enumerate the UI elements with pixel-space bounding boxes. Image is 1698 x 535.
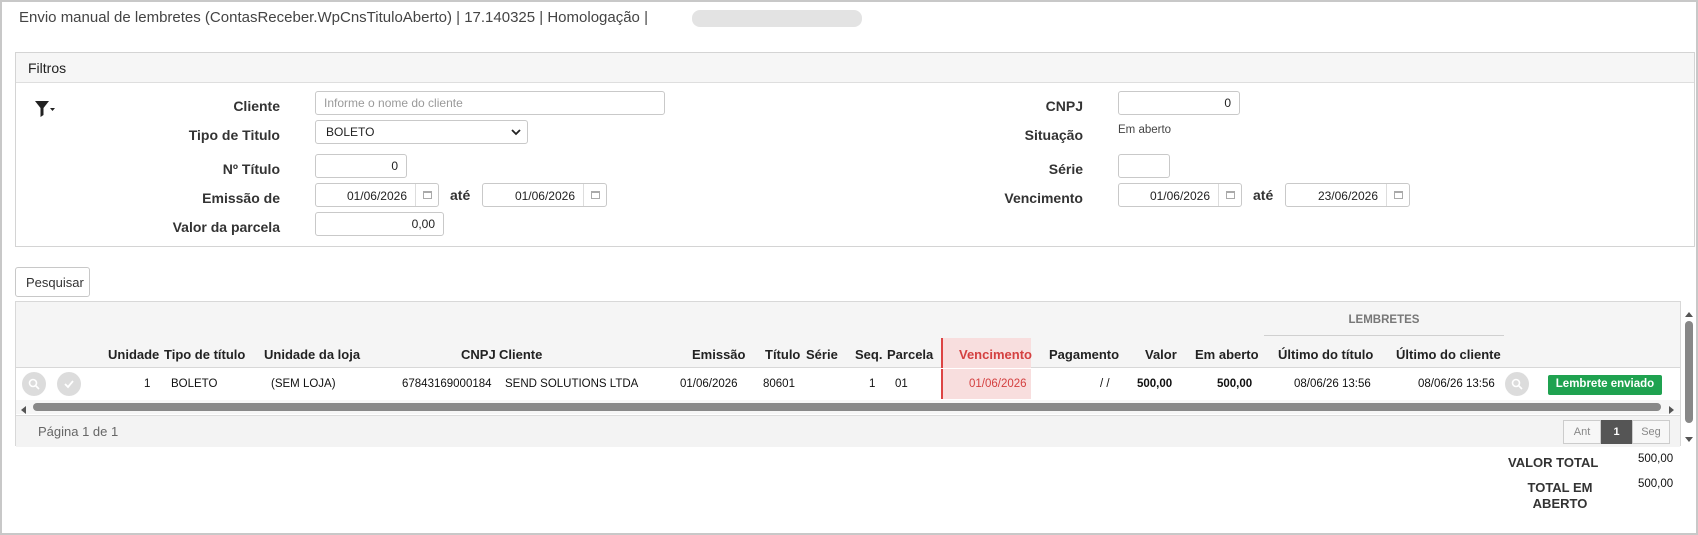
cell-ultimo-cliente: 08/06/26 13:56 (1418, 378, 1495, 390)
horizontal-scroll-thumb[interactable] (33, 403, 1661, 411)
row-search-icon[interactable] (22, 372, 46, 396)
serie-label: Série (1048, 161, 1083, 177)
filters-header: Filtros (16, 53, 1694, 83)
valor-parcela-label: Valor da parcela (172, 219, 280, 235)
calendar-icon[interactable] (583, 184, 606, 206)
situacao-label: Situação (1024, 127, 1083, 143)
col-ultimo-cliente[interactable]: Último do cliente (1396, 347, 1501, 362)
grid-header: LEMBRETES Unidade Tipo de título Unidade… (16, 302, 1680, 368)
row-check-icon[interactable] (57, 372, 81, 396)
emissao-ate-label: até (450, 187, 471, 203)
calendar-icon[interactable] (1218, 184, 1241, 206)
cell-pagamento: / / (1100, 378, 1110, 390)
filter-funnel-icon[interactable] (34, 100, 56, 123)
col-parcela[interactable]: Parcela (887, 347, 933, 362)
col-seq[interactable]: Seq. (855, 347, 882, 362)
valor-total-value: 500,00 (1638, 453, 1674, 465)
calendar-icon[interactable] (415, 184, 438, 206)
emissao-to-date[interactable]: 01/06/2026 (482, 183, 607, 207)
horizontal-scrollbar[interactable] (16, 400, 1680, 414)
total-em-aberto-value: 500,00 (1638, 478, 1674, 490)
environment-info-redacted (692, 10, 862, 27)
calendar-icon[interactable] (1386, 184, 1409, 206)
valor-parcela-input[interactable]: 0,00 (315, 212, 444, 236)
emissao-from-date[interactable]: 01/06/2026 (315, 183, 439, 207)
col-ultimo-titulo[interactable]: Último do título (1278, 347, 1373, 362)
cell-cnpj: 67843169000184 (402, 378, 492, 390)
col-em-aberto[interactable]: Em aberto (1195, 347, 1259, 362)
col-unidade-loja[interactable]: Unidade da loja (264, 347, 360, 362)
page-info: Página 1 de 1 (38, 424, 119, 439)
cell-emissao: 01/06/2026 (680, 378, 738, 390)
filters-panel: Filtros (15, 52, 1695, 247)
current-page-button[interactable]: 1 (1601, 420, 1632, 444)
lembretes-group-header: LEMBRETES (1264, 302, 1504, 336)
vencimento-from-date[interactable]: 01/06/2026 (1118, 183, 1242, 207)
tipo-titulo-select[interactable]: BOLETO (315, 120, 528, 144)
numero-titulo-label: Nº Título (222, 161, 280, 177)
cell-unidade-loja: (SEM LOJA) (271, 378, 336, 390)
col-tipo-titulo[interactable]: Tipo de título (164, 347, 245, 362)
cell-cliente: SEND SOLUTIONS LTDA (505, 378, 639, 390)
cell-parcela: 01 (895, 378, 908, 390)
serie-input[interactable] (1118, 154, 1170, 178)
situacao-value: Em aberto (1118, 124, 1172, 136)
cnpj-input[interactable]: 0 (1118, 91, 1240, 115)
cell-em-aberto: 500,00 (1217, 378, 1253, 390)
col-cnpj[interactable]: CNPJ (461, 347, 496, 362)
cell-titulo: 80601 (763, 378, 795, 390)
vencimento-label: Vencimento (1004, 190, 1083, 206)
results-grid: LEMBRETES Unidade Tipo de título Unidade… (15, 301, 1681, 447)
chevron-down-icon (511, 125, 521, 139)
valor-total-label: VALOR TOTAL (1508, 455, 1599, 470)
vertical-scrollbar[interactable] (1683, 303, 1695, 443)
numero-titulo-input[interactable]: 0 (315, 154, 407, 178)
col-valor[interactable]: Valor (1145, 347, 1177, 362)
vertical-scroll-thumb[interactable] (1685, 321, 1693, 423)
cell-unidade: 1 (144, 378, 151, 390)
prev-page-button[interactable]: Ant (1563, 420, 1601, 444)
cell-ultimo-titulo: 08/06/26 13:56 (1294, 378, 1371, 390)
col-unidade[interactable]: Unidade (108, 347, 159, 362)
lembrete-enviado-badge: Lembrete enviado (1548, 375, 1662, 395)
pager-bar: Página 1 de 1 Ant 1 Seg (16, 415, 1680, 447)
row-history-search-icon[interactable] (1505, 372, 1529, 396)
cell-vencimento: 01/06/2026 (969, 378, 1027, 390)
emissao-label: Emissão de (202, 190, 280, 206)
tipo-titulo-value: BOLETO (326, 125, 375, 139)
cliente-input[interactable]: Informe o nome do cliente (315, 91, 665, 115)
vencimento-to-value: 23/06/2026 (1317, 189, 1378, 203)
vencimento-from-value: 01/06/2026 (1149, 189, 1210, 203)
vencimento-ate-label: até (1253, 187, 1274, 203)
cell-valor: 500,00 (1137, 378, 1173, 390)
col-cliente[interactable]: Cliente (499, 347, 542, 362)
cliente-label: Cliente (233, 98, 280, 114)
next-page-button[interactable]: Seg (1632, 420, 1670, 444)
search-button[interactable]: Pesquisar (15, 267, 90, 297)
emissao-to-value: 01/06/2026 (514, 189, 575, 203)
cell-seq: 1 (869, 378, 876, 390)
tipo-titulo-label: Tipo de Titulo (188, 127, 280, 143)
page-title: Envio manual de lembretes (ContasReceber… (19, 9, 648, 26)
vencimento-to-date[interactable]: 23/06/2026 (1285, 183, 1410, 207)
col-vencimento[interactable]: Vencimento (959, 347, 1032, 362)
scroll-down-icon[interactable] (1684, 431, 1694, 449)
total-em-aberto-label: TOTAL EM ABERTO (1527, 480, 1593, 511)
cnpj-label: CNPJ (1045, 98, 1083, 114)
emissao-from-value: 01/06/2026 (346, 189, 407, 203)
col-serie[interactable]: Série (806, 347, 838, 362)
col-emissao[interactable]: Emissão (692, 347, 745, 362)
cell-tipo: BOLETO (171, 378, 218, 390)
col-pagamento[interactable]: Pagamento (1049, 347, 1119, 362)
col-titulo[interactable]: Título (765, 347, 800, 362)
